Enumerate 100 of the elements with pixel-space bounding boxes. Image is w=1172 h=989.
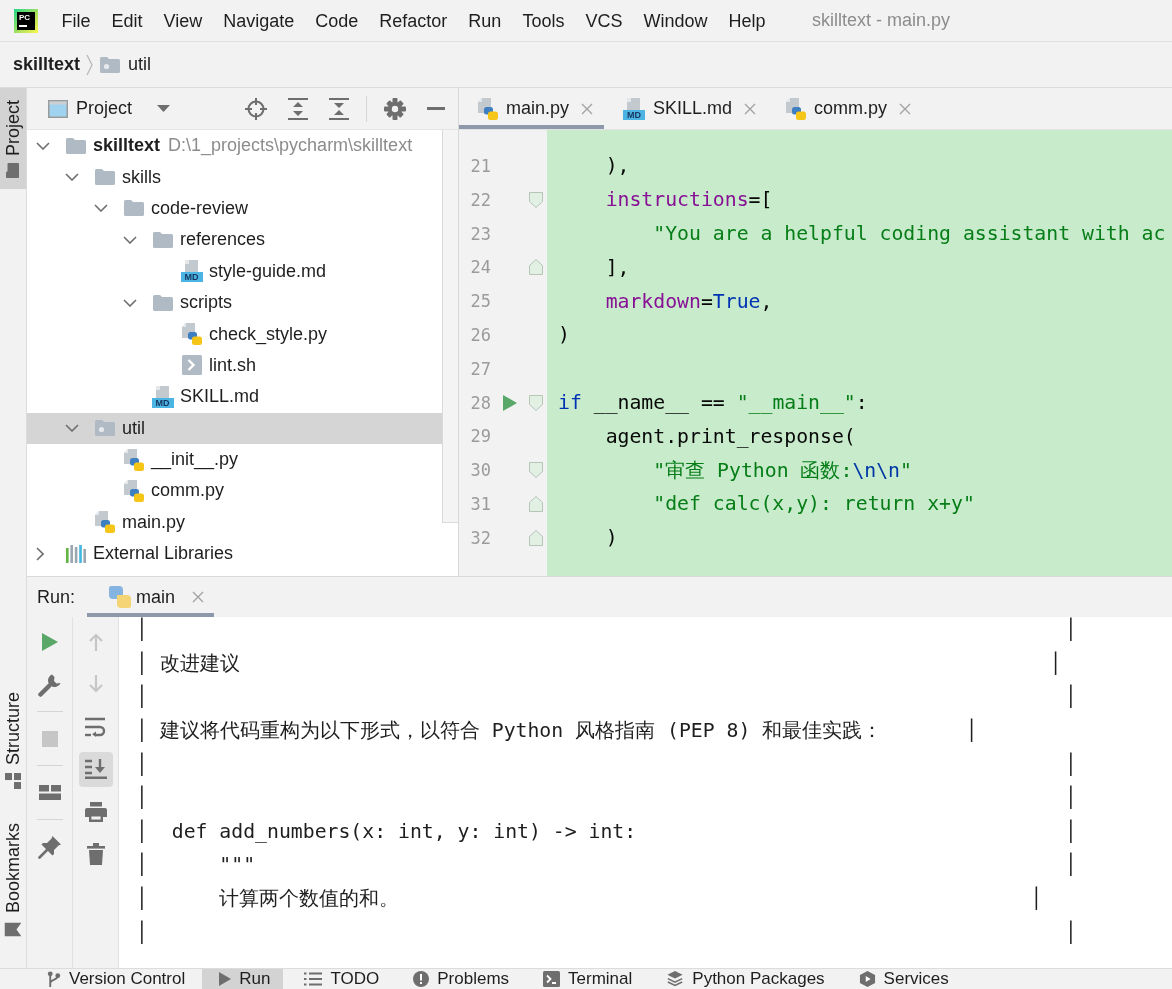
code-line: "def calc(x,y): return x+y" [652, 492, 975, 516]
tool-window-button[interactable]: Python Packages [649, 969, 838, 989]
markdown-file-icon: MD [180, 260, 203, 283]
python-icon [109, 586, 132, 608]
stop-icon [41, 730, 58, 747]
tree-item[interactable]: MD SKILL.md [27, 381, 442, 413]
tool-window-button[interactable]: Problems [396, 969, 523, 989]
close-icon[interactable] [744, 102, 757, 115]
tool-window-button[interactable]: Terminal [526, 969, 646, 989]
tree-item[interactable]: main.py [27, 506, 442, 539]
view-dropdown[interactable]: Project [48, 98, 171, 119]
menu-item[interactable]: VCS [574, 8, 633, 33]
chevron-down-icon[interactable] [94, 204, 108, 213]
tree-item[interactable]: util [27, 412, 442, 444]
tool-window-button[interactable]: Version Control [30, 969, 199, 989]
folder-icon [65, 137, 86, 154]
fold-marker-icon[interactable] [529, 495, 543, 512]
tool-window-button[interactable]: TODO [287, 969, 393, 989]
folder-icon [6, 163, 20, 179]
code-line: ], [604, 255, 630, 279]
run-tab[interactable]: main [87, 577, 215, 617]
fold-marker-icon[interactable] [529, 462, 543, 479]
menu-item[interactable]: Tools [511, 8, 575, 33]
editor-tab[interactable]: main.py [459, 88, 605, 129]
window-icon [48, 99, 68, 118]
tree-item[interactable]: External Libraries [27, 538, 442, 570]
menu-item[interactable]: Edit [101, 8, 154, 33]
tree-item[interactable]: code-review [27, 192, 442, 225]
close-icon[interactable] [899, 102, 912, 115]
menu-item[interactable]: Help [717, 8, 776, 33]
tree-item[interactable]: scripts [27, 286, 442, 319]
console-line: │ 改进建议 [136, 651, 240, 675]
project-path: D:\1_projects\pycharm\skilltext [168, 135, 413, 157]
folder-icon [152, 294, 173, 311]
close-icon[interactable] [581, 102, 594, 115]
play-icon [41, 632, 58, 651]
fold-marker-icon[interactable] [529, 259, 543, 276]
editor-tab[interactable]: MD SKILL.md [604, 88, 768, 129]
editor-tab[interactable]: comm.py [767, 88, 923, 129]
tree-item[interactable]: skills [27, 161, 442, 193]
console-line: │ [136, 752, 148, 776]
soft-wrap-icon [84, 716, 107, 737]
chevron-down-icon[interactable] [123, 298, 137, 307]
chevron-down-icon[interactable] [65, 424, 79, 433]
console-line: │ """ [136, 853, 256, 877]
menu-item[interactable]: File [51, 8, 101, 33]
bookmark-icon [4, 922, 22, 937]
menu-item[interactable]: Code [304, 8, 369, 33]
menu-item[interactable]: Window [632, 8, 718, 33]
line-number: 30 [469, 460, 491, 481]
structure-icon [5, 772, 21, 789]
console-line: │ 建议将代码重构为以下形式，以符合 Python 风格指南 (PEP 8) 和最佳实践： [136, 719, 883, 743]
folder-icon [94, 420, 115, 437]
tree-item[interactable]: skilltext D:\1_projects\pycharm\skilltext [27, 130, 442, 162]
menu-item[interactable]: View [153, 8, 213, 33]
menu-item[interactable]: Refactor [368, 8, 458, 33]
markdown-file-icon: MD [151, 385, 174, 408]
expand-all-icon[interactable] [288, 97, 308, 120]
fold-marker-icon[interactable] [529, 394, 543, 411]
code-line: if __name__ == "__main__": [558, 391, 868, 415]
tool-window-tab[interactable]: Bookmarks [0, 810, 26, 950]
code-line: agent.print_response( [604, 424, 856, 448]
breadcrumb-item[interactable]: skilltext [13, 54, 81, 75]
chevron-down-icon[interactable] [36, 141, 50, 150]
toolbar-button[interactable] [78, 751, 113, 787]
chevron-down-icon[interactable] [123, 235, 137, 244]
settings-icon[interactable] [384, 97, 406, 120]
collapse-all-icon[interactable] [329, 97, 349, 120]
scrollbar-thumb[interactable] [442, 130, 458, 523]
fold-marker-icon[interactable] [529, 191, 543, 208]
tool-window-tab[interactable]: Structure [0, 679, 26, 801]
tree-item[interactable]: references [27, 224, 442, 256]
chevron-down-icon[interactable] [65, 173, 79, 182]
tree-item[interactable]: MD style-guide.md [27, 255, 442, 287]
chevron-right-icon[interactable] [36, 546, 44, 561]
terminal-icon [543, 971, 561, 987]
tree-item[interactable]: __init__.py [27, 443, 442, 476]
caret-icon [157, 105, 171, 112]
folder-icon [94, 169, 115, 186]
scroll-to-end-icon [84, 759, 107, 780]
breadcrumb-item[interactable]: util [100, 54, 152, 75]
tree-item[interactable]: lint.sh [27, 349, 442, 382]
tool-window-tab[interactable]: Project [0, 88, 26, 190]
play-icon[interactable] [503, 394, 517, 411]
tool-window-button[interactable]: Services [841, 969, 962, 989]
code-line: "审查 Python 函数:\n\n" [652, 457, 912, 484]
console-line: │ [136, 920, 148, 944]
tree-item[interactable]: comm.py [27, 475, 442, 507]
tool-window-button[interactable]: Run [202, 969, 284, 989]
menu-item[interactable]: Run [457, 8, 512, 33]
line-number: 26 [469, 324, 491, 345]
python-file-icon [123, 448, 144, 471]
tree-item[interactable]: check_style.py [27, 318, 442, 350]
window-title: skilltext - main.py [812, 10, 951, 31]
fold-marker-icon[interactable] [529, 529, 543, 546]
close-icon[interactable] [192, 591, 205, 603]
crosshair-icon[interactable] [245, 97, 267, 120]
panel-border: │ [1064, 920, 1077, 944]
pin-icon [37, 834, 62, 859]
menu-item[interactable]: Navigate [212, 8, 305, 33]
